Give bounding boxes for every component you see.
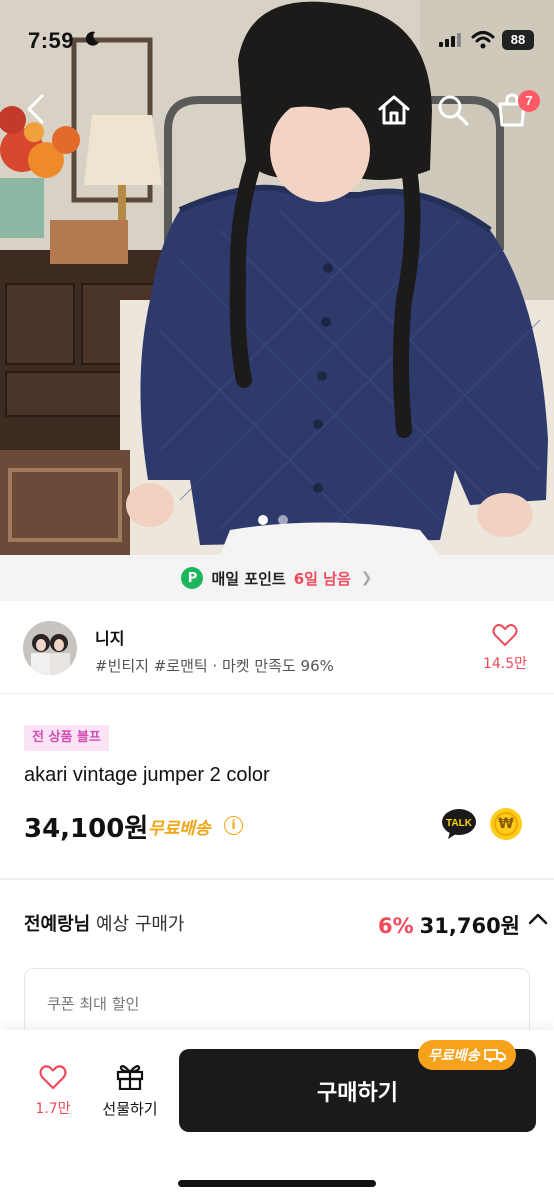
expected-price-value: 6% 31,760원 (378, 910, 520, 940)
free-shipping-badge-label: 무료배송 (428, 1048, 480, 1064)
heart-icon (492, 624, 518, 646)
expected-price: 31,760원 (419, 914, 520, 938)
home-icon (378, 95, 410, 125)
gift-label: 선물하기 (102, 1100, 158, 1118)
points-label: 매일 포인트 (211, 569, 286, 588)
info-icon[interactable]: i (224, 816, 243, 835)
point-icon: P (181, 567, 204, 589)
status-time: 7:59 (28, 28, 75, 53)
battery-indicator: 88 (502, 30, 534, 50)
home-button[interactable] (372, 88, 416, 132)
free-shipping-label: 무료배송 (148, 819, 211, 839)
gift-button[interactable]: 선물하기 (96, 1062, 164, 1119)
expected-user-name: 전예랑님 (24, 914, 91, 935)
wishlist-count: 1.7만 (35, 1101, 71, 1117)
chevron-left-icon (27, 94, 44, 124)
back-button[interactable] (14, 87, 58, 131)
carousel-dot-1[interactable] (258, 515, 268, 525)
expected-price-label: 예상 구매가 (90, 914, 185, 935)
truck-icon (483, 1049, 506, 1062)
heart-icon (39, 1065, 67, 1090)
home-indicator (178, 1180, 376, 1187)
expected-discount-rate: 6% (377, 914, 414, 938)
cart-button[interactable]: 7 (490, 88, 540, 132)
seller-avatar[interactable] (23, 621, 77, 675)
carousel-indicator (258, 515, 288, 525)
seller-section[interactable]: 니지 #빈티지 #로맨틱 · 마켓 만족도 96% 14.5만 (0, 601, 554, 694)
svg-text:TALK: TALK (446, 818, 473, 829)
chevron-right-icon: ❯ (360, 570, 373, 586)
chevron-up-icon[interactable] (528, 912, 548, 926)
moon-icon (85, 31, 99, 46)
wishlist-button[interactable]: 1.7만 (26, 1064, 80, 1118)
expected-price-row[interactable]: 전예랑님 예상 구매가 6% 31,760원 (24, 910, 548, 940)
search-button[interactable] (431, 88, 475, 132)
coupon-label: 쿠폰 최대 할인 (47, 995, 140, 1013)
product-price: 34,100원 (24, 814, 149, 844)
section-divider (0, 878, 554, 880)
cart-count-badge: 7 (518, 90, 540, 112)
signal-icon (439, 33, 461, 47)
payment-button[interactable]: ₩ (490, 808, 522, 840)
kakao-talk-button[interactable]: TALK (441, 808, 477, 840)
product-photo (0, 0, 554, 555)
promo-tag: 전 상품 블프 (24, 725, 109, 751)
product-image-carousel[interactable]: 7:59 88 7 (0, 0, 554, 555)
carousel-dot-2[interactable] (278, 515, 288, 525)
seller-name[interactable]: 니지 (95, 625, 124, 649)
gift-icon (116, 1065, 144, 1091)
free-shipping-badge: 무료배송 (418, 1040, 516, 1070)
wifi-icon (471, 31, 495, 49)
search-icon (438, 95, 469, 126)
won-icon: ₩ (494, 812, 518, 836)
status-bar: 7:59 88 (0, 0, 554, 80)
seller-like-count: 14.5만 (482, 656, 528, 672)
daily-points-banner[interactable]: P 매일 포인트 6일 남음 ❯ (0, 555, 554, 601)
talk-icon: TALK (442, 809, 476, 839)
product-title: akari vintage jumper 2 color (24, 764, 270, 786)
seller-like-button[interactable]: 14.5만 (474, 623, 536, 673)
seller-tags: #빈티지 #로맨틱 · 마켓 만족도 96% (95, 657, 334, 675)
points-days-left: 6일 남음 (293, 569, 351, 588)
